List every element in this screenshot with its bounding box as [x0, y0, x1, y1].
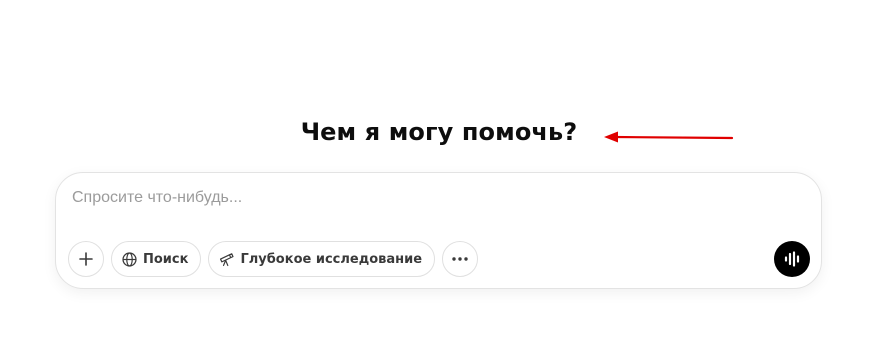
globe-icon: [122, 251, 137, 267]
greeting-heading: Чем я могу помочь?: [300, 118, 578, 146]
composer-toolbar: Поиск Глубокое исследование: [68, 241, 479, 277]
prompt-input[interactable]: [72, 187, 772, 209]
deep-research-button-label: Глубокое исследование: [240, 251, 423, 267]
add-attachment-button[interactable]: [68, 241, 104, 277]
search-button-label: Поиск: [143, 251, 189, 267]
more-tools-button[interactable]: [442, 241, 479, 277]
search-button[interactable]: Поиск: [111, 241, 202, 277]
annotation-arrow-icon: [604, 131, 734, 143]
page: Чем я могу помочь? Поиск: [0, 0, 892, 356]
composer: Поиск Глубокое исследование: [55, 172, 822, 289]
voice-waveform-icon: [784, 251, 800, 267]
deep-research-button[interactable]: Глубокое исследование: [208, 241, 436, 277]
telescope-icon: [220, 252, 235, 266]
more-horizontal-icon: [452, 257, 468, 261]
voice-mode-button[interactable]: [774, 241, 810, 277]
plus-icon: [79, 252, 93, 266]
